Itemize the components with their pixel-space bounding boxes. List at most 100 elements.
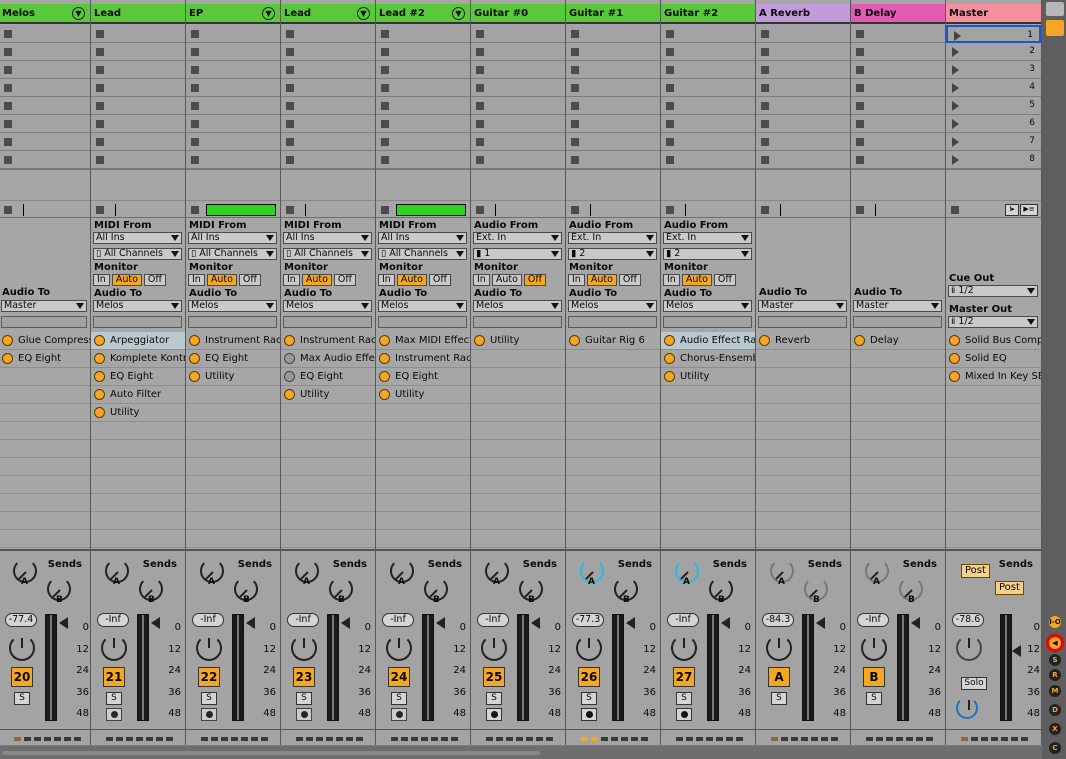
device-activator-icon[interactable] [379, 389, 390, 400]
device-row[interactable]: Komplete Kontrol [91, 350, 185, 368]
input-type-select[interactable]: All Ins [283, 232, 372, 244]
input-channel-select[interactable]: ▮ 2 [663, 248, 752, 260]
monitor-in-button[interactable]: In [568, 274, 585, 286]
device-row[interactable]: Audio Effect Rack [661, 332, 755, 350]
stop-button-icon[interactable] [856, 138, 864, 146]
pan-knob[interactable] [861, 635, 887, 661]
track-header[interactable]: Lead ▼ [281, 4, 375, 24]
monitor-off-button[interactable]: Off [428, 274, 451, 286]
stop-button-icon[interactable] [286, 66, 294, 74]
pan-knob[interactable] [101, 635, 127, 661]
scene-slot[interactable]: 2 [946, 43, 1041, 61]
device-activator-icon[interactable] [759, 335, 770, 346]
stop-button-icon[interactable] [96, 102, 104, 110]
clip-slot[interactable] [661, 133, 755, 151]
clip-slot[interactable] [471, 133, 565, 151]
clip-stop-icon[interactable] [286, 206, 294, 214]
device-row[interactable]: Arpeggiator [91, 332, 185, 350]
volume-display[interactable]: -Inf [287, 613, 319, 627]
stop-button-icon[interactable] [571, 84, 579, 92]
clip-slot[interactable] [851, 25, 945, 43]
device-activator-icon[interactable] [189, 335, 200, 346]
clip-slot[interactable] [376, 97, 470, 115]
stop-button-icon[interactable] [381, 66, 389, 74]
clip-slot[interactable] [471, 43, 565, 61]
audio-to-select[interactable]: Melos [568, 300, 657, 312]
volume-display[interactable]: -Inf [382, 613, 414, 627]
clip-slot[interactable] [281, 79, 375, 97]
device-activator-icon[interactable] [284, 353, 295, 364]
clip-stop-icon[interactable] [666, 206, 674, 214]
input-channel-select[interactable]: ▯ All Channels [378, 248, 467, 260]
stop-button-icon[interactable] [571, 102, 579, 110]
clip-slot[interactable] [186, 25, 280, 43]
clip-slot[interactable] [0, 133, 90, 151]
device-row[interactable]: Delay [851, 332, 945, 350]
view-toggle-s[interactable]: S [1049, 654, 1061, 666]
clip-slot[interactable] [186, 43, 280, 61]
cue-volume-knob[interactable] [956, 697, 978, 719]
stop-button-icon[interactable] [761, 84, 769, 92]
stop-button-icon[interactable] [286, 120, 294, 128]
clip-slot[interactable] [756, 61, 850, 79]
solo-button[interactable]: S [391, 692, 407, 705]
stop-button-icon[interactable] [476, 156, 484, 164]
stop-button-icon[interactable] [571, 48, 579, 56]
device-row[interactable]: Auto Filter [91, 386, 185, 404]
fold-icon[interactable]: ▼ [452, 7, 465, 20]
pan-knob[interactable] [481, 635, 507, 661]
clip-slot[interactable] [566, 61, 660, 79]
solo-button[interactable]: S [14, 692, 30, 705]
stop-button-icon[interactable] [381, 138, 389, 146]
stop-button-icon[interactable] [476, 48, 484, 56]
stop-button-icon[interactable] [286, 138, 294, 146]
audio-to-channel[interactable] [568, 316, 657, 328]
stop-button-icon[interactable] [286, 102, 294, 110]
post-button-b[interactable]: Post [995, 581, 1024, 595]
pan-knob[interactable] [9, 635, 35, 661]
clip-slot[interactable] [91, 151, 185, 169]
monitor-in-button[interactable]: In [378, 274, 395, 286]
view-toggle-m[interactable]: M [1049, 685, 1061, 697]
audio-to-channel[interactable] [473, 316, 562, 328]
clip-slot[interactable] [661, 25, 755, 43]
clip-slot[interactable] [756, 115, 850, 133]
scene-launch-icon[interactable] [952, 47, 959, 57]
scene-launch-icon[interactable] [954, 31, 961, 41]
input-channel-select[interactable]: ▮ 1 [473, 248, 562, 260]
pan-knob[interactable] [576, 635, 602, 661]
device-row[interactable]: Solid EQ [946, 350, 1041, 368]
track-header[interactable]: Guitar #2 [661, 4, 755, 24]
monitor-auto-button[interactable]: Auto [681, 274, 712, 286]
volume-fader[interactable] [59, 617, 68, 629]
stop-button-icon[interactable] [761, 30, 769, 38]
stop-button-icon[interactable] [4, 30, 12, 38]
track-activator-button[interactable]: A [768, 667, 790, 687]
clip-stop-icon[interactable] [96, 206, 104, 214]
volume-fader[interactable] [151, 617, 160, 629]
clip-stop-icon[interactable] [381, 206, 389, 214]
stop-button-icon[interactable] [666, 84, 674, 92]
device-row[interactable]: Utility [281, 386, 375, 404]
stop-button-icon[interactable] [666, 66, 674, 74]
stop-button-icon[interactable] [96, 120, 104, 128]
clip-slot[interactable] [471, 151, 565, 169]
clip-slot[interactable] [376, 79, 470, 97]
track-activator-button[interactable]: 20 [11, 667, 33, 687]
device-activator-icon[interactable] [379, 353, 390, 364]
view-toggle-r[interactable]: R [1049, 669, 1061, 681]
clip-slot[interactable] [281, 97, 375, 115]
clip-slot[interactable] [471, 25, 565, 43]
stop-button-icon[interactable] [476, 102, 484, 110]
stop-button-icon[interactable] [286, 30, 294, 38]
volume-fader[interactable] [626, 617, 635, 629]
scene-launch-icon[interactable] [952, 83, 959, 93]
clip-slot[interactable] [851, 115, 945, 133]
track-activator-button[interactable]: 22 [198, 667, 220, 687]
clip-slot[interactable] [91, 79, 185, 97]
clip-slot[interactable] [661, 115, 755, 133]
clip-stop-icon[interactable] [856, 206, 864, 214]
clip-slot[interactable] [91, 115, 185, 133]
volume-display[interactable]: -Inf [97, 613, 129, 627]
stop-button-icon[interactable] [381, 84, 389, 92]
